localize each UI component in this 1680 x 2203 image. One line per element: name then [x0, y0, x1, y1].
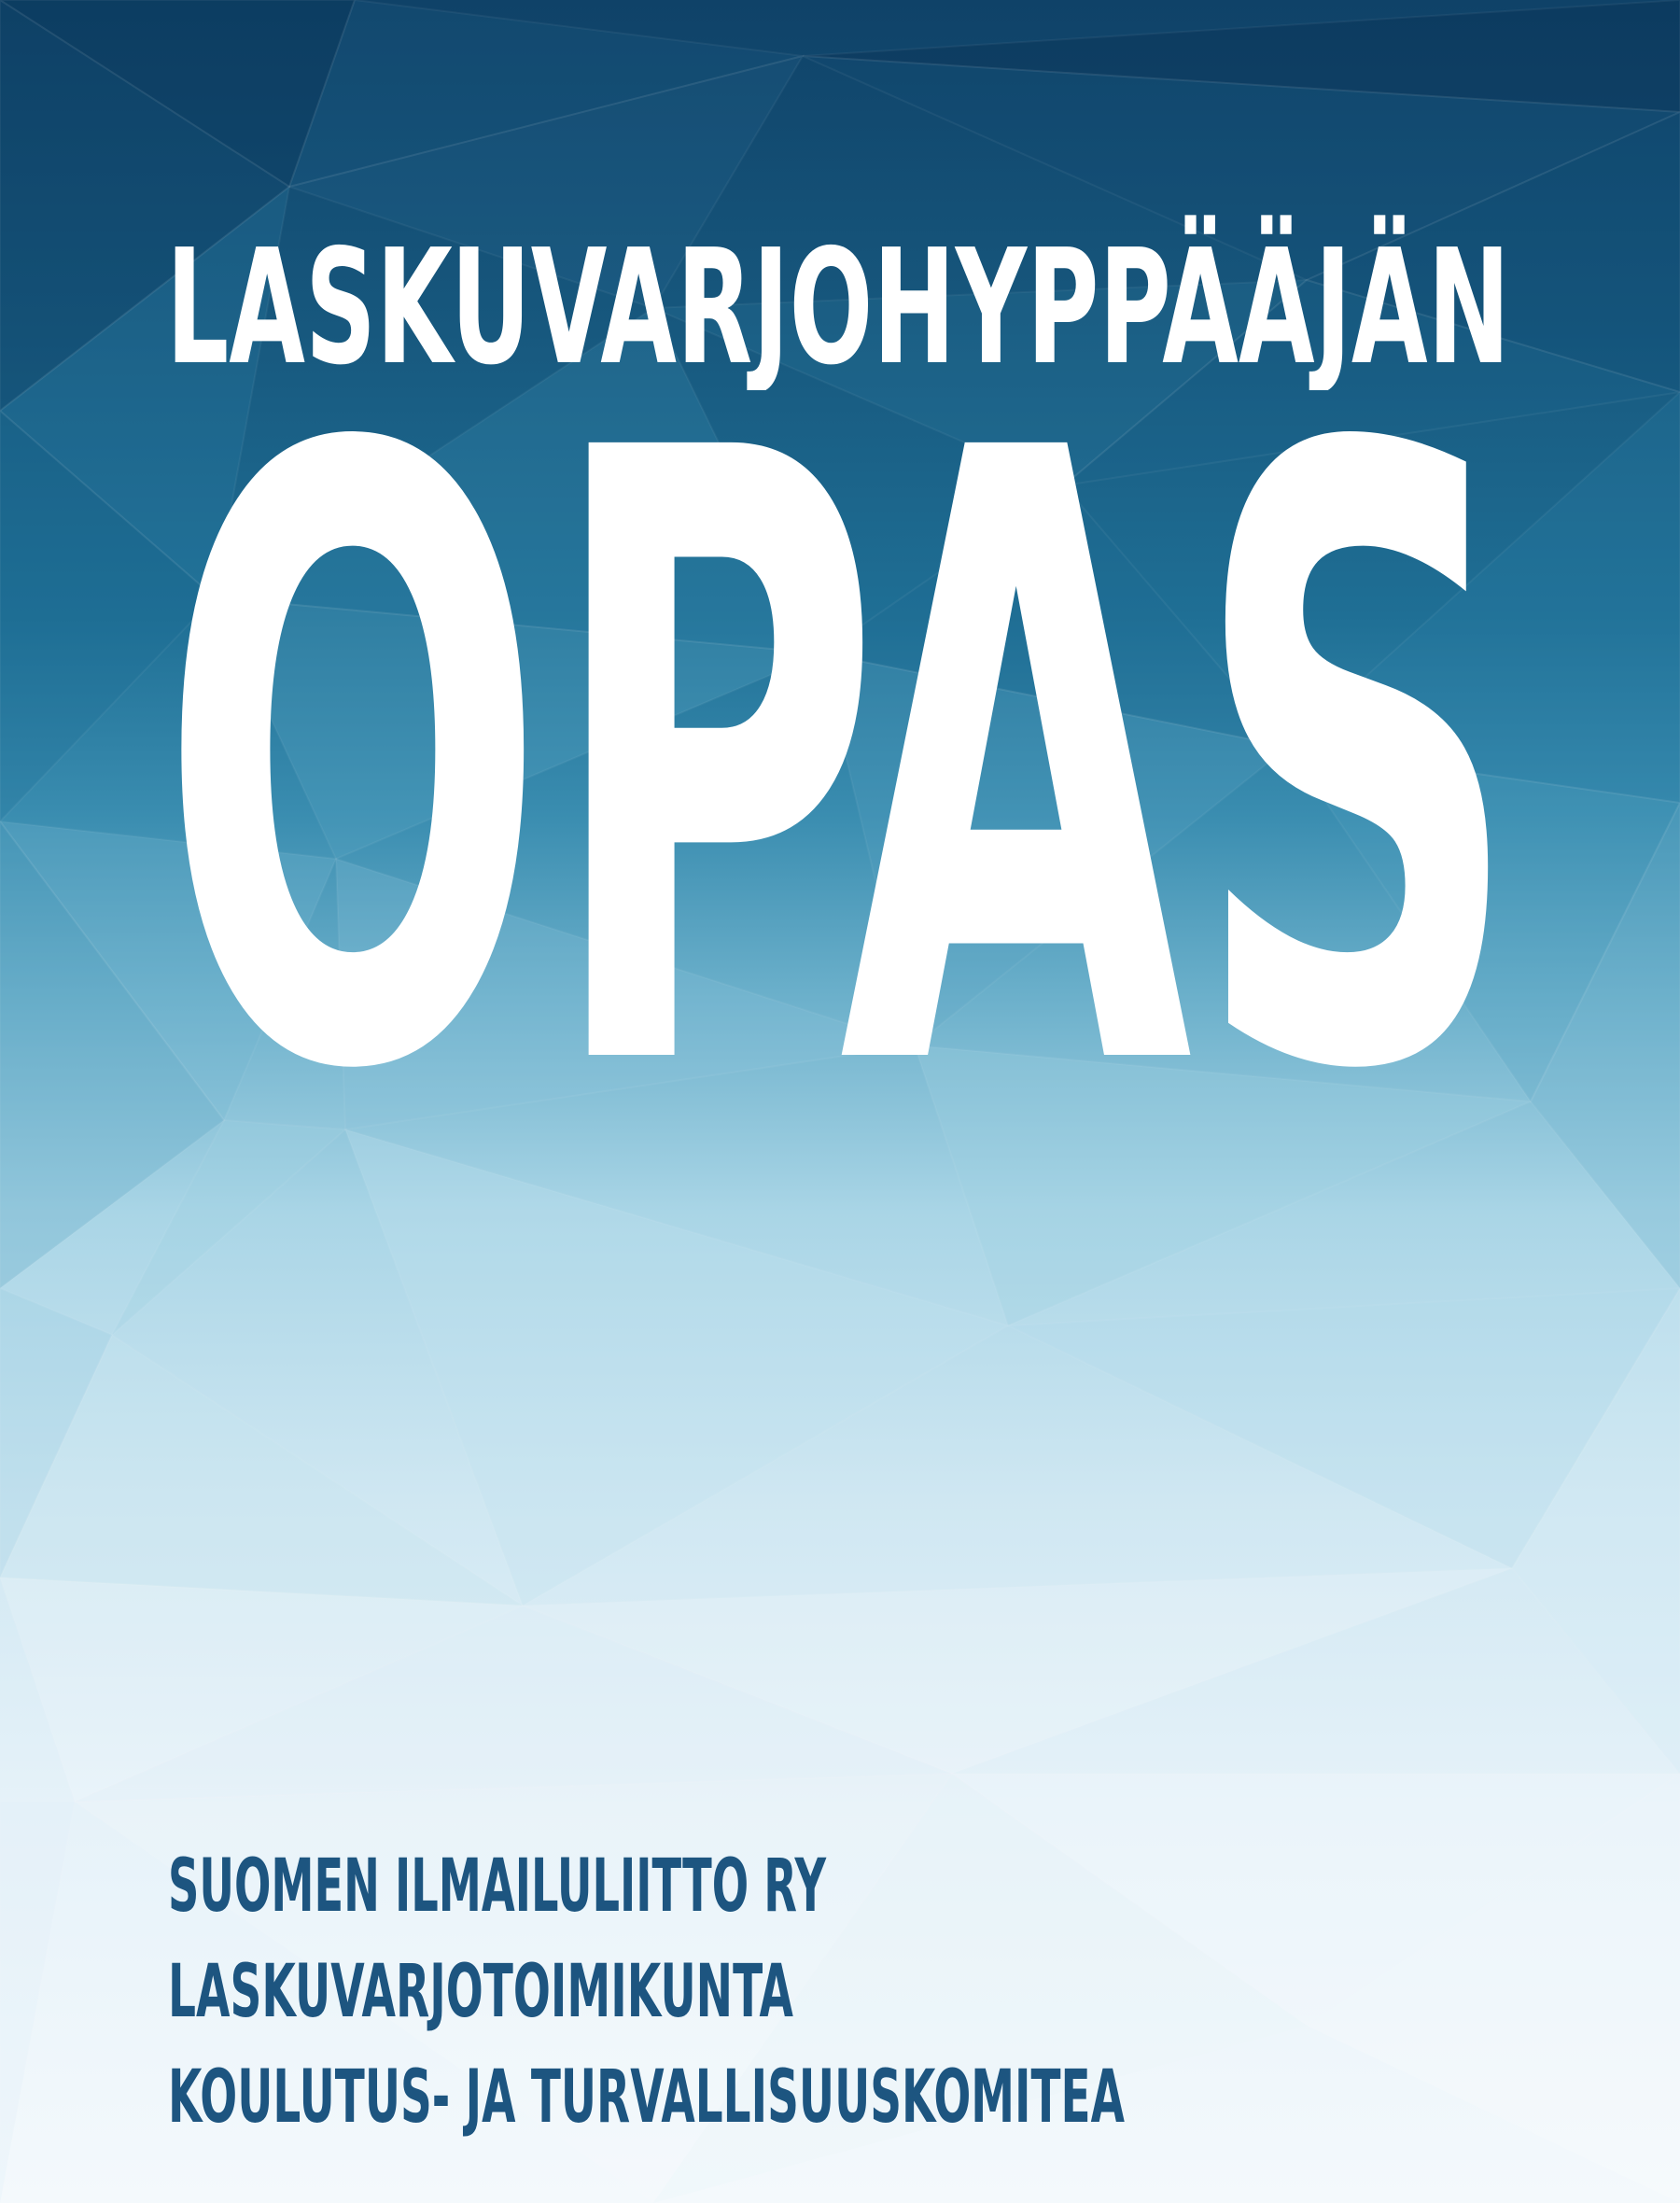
- cover-title-block: OPAS: [159, 401, 1521, 1083]
- book-cover: LASKUVARJOHYPPÄÄJÄN OPAS SUOMEN ILMAILUL…: [0, 0, 1680, 2203]
- publisher-block: SUOMEN ILMAILULIITTO RY LASKUVARJOTOIMIK…: [168, 1845, 1125, 2140]
- publisher-line-committee: LASKUVARJOTOIMIKUNTA: [168, 1950, 793, 2034]
- cover-subtitle-block: LASKUVARJOHYPPÄÄJÄN: [166, 215, 1510, 390]
- cover-subtitle: LASKUVARJOHYPPÄÄJÄN: [166, 215, 1510, 390]
- publisher-line-organization: SUOMEN ILMAILULIITTO RY: [168, 1845, 827, 1929]
- cover-title: OPAS: [159, 401, 1521, 1083]
- publisher-line-subcommittee: KOULUTUS- JA TURVALLISUUSKOMITEA: [168, 2056, 1125, 2140]
